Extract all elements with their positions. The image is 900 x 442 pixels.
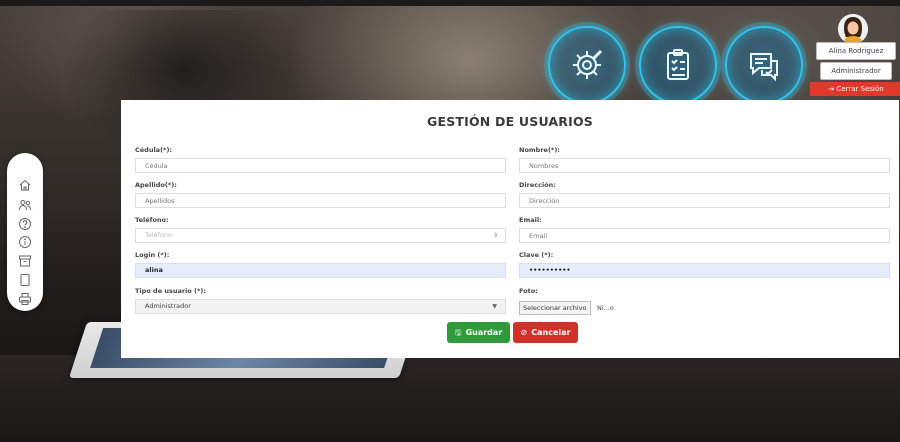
- spinner-icon[interactable]: ⇕: [493, 229, 498, 242]
- direccion-label: Dirección:: [519, 181, 556, 189]
- cancel-button[interactable]: ⊘ Cancelar: [513, 322, 578, 343]
- nombre-input[interactable]: [519, 158, 890, 173]
- telefono-input[interactable]: Teléfono ⇕: [135, 228, 506, 243]
- document-icon: [20, 274, 30, 286]
- user-role: Administrador: [820, 62, 892, 80]
- tipo-usuario-label: Tipo de usuario (*):: [135, 287, 206, 295]
- clave-input[interactable]: ••••••••••: [519, 263, 890, 278]
- save-icon: 🖫: [454, 328, 462, 337]
- home-icon: [19, 179, 31, 191]
- nombre-label: Nombre(*):: [519, 146, 560, 154]
- file-select-button[interactable]: Seleccionar archivo: [519, 301, 591, 315]
- avatar: [838, 14, 868, 44]
- apellido-label: Apellido(*):: [135, 181, 177, 189]
- archive-icon: [19, 255, 31, 267]
- clave-label: Clave (*):: [519, 251, 554, 259]
- telefono-label: Teléfono:: [135, 216, 169, 224]
- sidebar-item-help[interactable]: [18, 216, 32, 230]
- page-title: GESTIÓN DE USUARIOS: [427, 114, 593, 129]
- file-status: Ni...o: [597, 304, 614, 312]
- logout-label: Cerrar Sesión: [836, 85, 884, 93]
- email-input[interactable]: [519, 228, 890, 243]
- gear-wrench-icon: [548, 26, 626, 104]
- help-icon: [19, 218, 31, 230]
- sidebar-item-home[interactable]: [18, 177, 32, 191]
- sidebar-item-document[interactable]: [18, 272, 32, 286]
- logout-button[interactable]: ⇥ Cerrar Sesión: [810, 82, 900, 96]
- logout-icon: ⇥: [828, 85, 835, 93]
- apellido-input[interactable]: [135, 193, 506, 208]
- cancel-label: Cancelar: [531, 328, 571, 337]
- chevron-down-icon: ▼: [492, 303, 497, 310]
- login-input[interactable]: alina: [135, 263, 506, 278]
- cancel-icon: ⊘: [520, 328, 528, 337]
- sidebar-item-archive[interactable]: [18, 253, 32, 267]
- sidebar-item-print[interactable]: [18, 291, 32, 305]
- foto-label: Foto:: [519, 287, 538, 295]
- direccion-input[interactable]: [519, 193, 890, 208]
- telefono-placeholder: Teléfono: [145, 231, 173, 239]
- login-label: Login (*):: [135, 251, 170, 259]
- save-button[interactable]: 🖫 Guardar: [447, 322, 510, 343]
- tipo-usuario-value: Administrador: [145, 302, 191, 310]
- print-icon: [19, 293, 31, 305]
- cedula-input[interactable]: [135, 158, 506, 173]
- users-icon: [19, 200, 31, 211]
- user-name: Alina Rodriguez: [816, 42, 896, 60]
- email-label: Email:: [519, 216, 542, 224]
- chat-bubbles-icon: [725, 26, 803, 104]
- sidebar-item-info[interactable]: [18, 234, 32, 248]
- tipo-usuario-select[interactable]: Administrador ▼: [135, 299, 506, 314]
- save-label: Guardar: [465, 328, 503, 337]
- cedula-label: Cédula(*):: [135, 146, 173, 154]
- sidebar-item-users[interactable]: [18, 197, 32, 211]
- top-strip: [0, 0, 900, 6]
- clipboard-checklist-icon: [639, 26, 717, 104]
- sidebar: [7, 153, 43, 311]
- info-icon: [19, 236, 31, 248]
